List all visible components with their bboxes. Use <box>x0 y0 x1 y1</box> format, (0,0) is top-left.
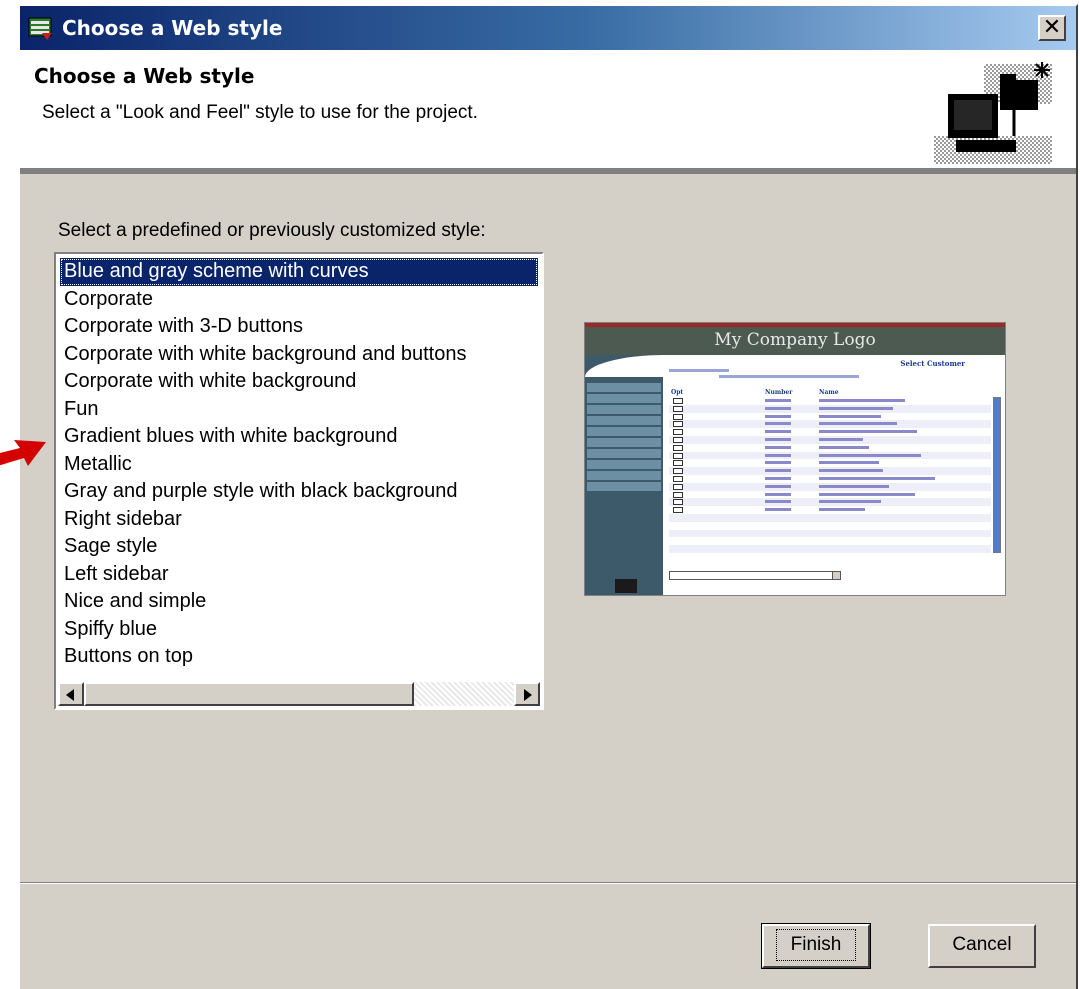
close-button[interactable]: ✕ <box>1038 15 1066 41</box>
style-list-item[interactable]: Fun <box>60 396 538 424</box>
preview-row <box>669 420 991 429</box>
finish-label: Finish <box>775 929 857 961</box>
preview-row <box>669 537 991 546</box>
preview-col-number: Number <box>765 389 793 396</box>
style-list-items: Blue and gray scheme with curves Corporat… <box>60 258 538 671</box>
style-list-item[interactable]: Left sidebar <box>60 561 538 589</box>
arrow-right-icon <box>524 689 532 701</box>
close-icon: ✕ <box>1042 14 1062 39</box>
preview-row <box>669 521 991 530</box>
style-list-item[interactable]: Nice and simple <box>60 588 538 616</box>
style-list-item[interactable]: Sage style <box>60 533 538 561</box>
arrow-left-icon <box>66 689 74 701</box>
desktop-edge <box>0 0 18 989</box>
style-list-item[interactable]: Right sidebar <box>60 506 538 534</box>
preview-row <box>669 443 991 452</box>
button-separator <box>20 882 1076 884</box>
preview-row <box>669 435 991 444</box>
preview-row <box>669 529 991 538</box>
preview-sidebar-links <box>587 383 661 493</box>
title-bar[interactable]: Choose a Web style ✕ <box>20 6 1076 50</box>
page-title: Choose a Web style <box>34 64 255 88</box>
red-arrow-annotation-icon <box>0 440 46 466</box>
preview-row <box>669 459 991 468</box>
scroll-left-button[interactable] <box>58 682 84 706</box>
style-list-item[interactable]: Gradient blues with white background <box>60 423 538 451</box>
horizontal-scrollbar[interactable] <box>58 682 540 706</box>
preview-row <box>669 482 991 491</box>
preview-instructions <box>669 369 859 378</box>
preview-row <box>669 513 991 522</box>
style-list-item[interactable]: Spiffy blue <box>60 616 538 644</box>
preview-scrollbar <box>993 397 1001 553</box>
preview-row <box>669 428 991 436</box>
preview-content: Select Customer Opt Number Name <box>665 355 1005 595</box>
scroll-thumb[interactable] <box>84 682 414 706</box>
wizard-header: Choose a Web style Select a "Look and Fe… <box>20 50 1076 174</box>
style-list-item[interactable]: Corporate with white background <box>60 368 538 396</box>
web-style-dialog: Choose a Web style ✕ Choose a Web style … <box>18 4 1078 989</box>
cancel-button[interactable]: Cancel <box>928 924 1036 968</box>
preview-banner: My Company Logo <box>585 323 1005 355</box>
preview-col-name: Name <box>819 389 839 396</box>
preview-row <box>669 451 991 460</box>
scroll-right-button[interactable] <box>514 682 540 706</box>
preview-rows <box>669 397 991 553</box>
app-icon <box>28 17 52 40</box>
preview-row <box>669 397 991 405</box>
preview-col-opt: Opt <box>671 389 684 396</box>
style-list-item[interactable]: Metallic <box>60 451 538 479</box>
page-description: Select a "Look and Feel" style to use fo… <box>42 102 478 123</box>
style-list-item[interactable]: Corporate with 3-D buttons <box>60 313 538 341</box>
preview-row <box>669 506 991 514</box>
preview-sidebar-logo <box>615 579 637 593</box>
style-list-item[interactable]: Blue and gray scheme with curves <box>60 258 538 286</box>
computer-folder-icon <box>934 62 1052 164</box>
preview-row <box>669 474 991 483</box>
style-listbox[interactable]: Blue and gray scheme with curves Corporat… <box>54 252 544 710</box>
preview-row <box>669 498 991 507</box>
style-list-item[interactable]: Buttons on top <box>60 643 538 671</box>
finish-button[interactable]: Finish <box>761 923 871 969</box>
preview-row <box>669 412 991 421</box>
style-list-item[interactable]: Corporate with white background and butt… <box>60 341 538 369</box>
preview-row <box>669 545 991 553</box>
preview-heading: Select Customer <box>900 359 965 368</box>
style-list-label: Select a predefined or previously custom… <box>58 220 486 241</box>
cancel-label: Cancel <box>952 934 1012 955</box>
style-list-item[interactable]: Gray and purple style with black backgro… <box>60 478 538 506</box>
preview-row <box>669 467 991 475</box>
style-list-item[interactable]: Corporate <box>60 286 538 314</box>
preview-row <box>669 490 991 499</box>
style-preview: My Company Logo Select Customer Opt Numb… <box>584 322 1006 596</box>
preview-row <box>669 404 991 413</box>
preview-combo <box>669 571 841 580</box>
window-title: Choose a Web style <box>62 16 283 40</box>
